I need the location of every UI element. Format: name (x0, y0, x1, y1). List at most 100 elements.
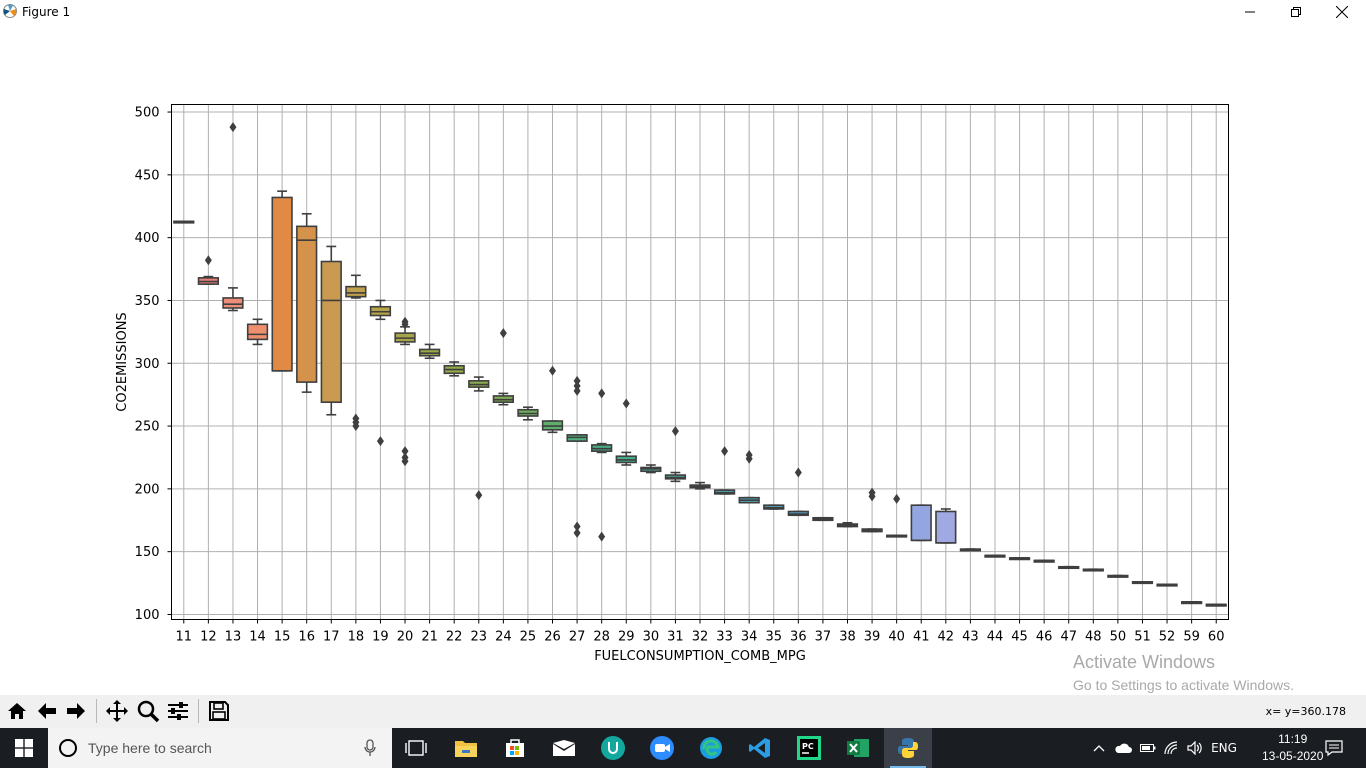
box-body (222, 297, 244, 309)
y-tick-label: 100 (135, 608, 160, 623)
taskbar-search-box[interactable]: Type here to search (48, 728, 392, 768)
back-arrow-icon (38, 703, 56, 719)
x-tick-label: 36 (790, 630, 807, 645)
toolbar-separator (96, 699, 97, 723)
show-hidden-icons-button[interactable] (1090, 728, 1108, 768)
home-button[interactable] (3, 697, 31, 725)
x-tick-label: 50 (1110, 630, 1127, 645)
forward-arrow-icon (67, 703, 85, 719)
vscode-button[interactable] (736, 728, 784, 768)
y-tick-label: 500 (135, 106, 160, 121)
outlier-point (573, 375, 581, 386)
x-tick-label: 47 (1060, 630, 1077, 645)
battery-button[interactable] (1137, 728, 1159, 768)
x-tick-label: 37 (815, 630, 832, 645)
x-tick-label: 30 (643, 630, 660, 645)
x-tick-label: 43 (962, 630, 979, 645)
matplotlib-icon (2, 3, 18, 19)
x-tick-label: 29 (618, 630, 635, 645)
wifi-icon (1164, 741, 1178, 755)
outlier-point (721, 446, 729, 457)
x-tick-label: 32 (692, 630, 709, 645)
x-tick-label: 24 (495, 630, 512, 645)
network-button[interactable] (1161, 728, 1183, 768)
notification-icon (1325, 740, 1343, 757)
start-button[interactable] (0, 728, 48, 768)
toolbar-separator (198, 699, 199, 723)
x-tick-label: 38 (839, 630, 856, 645)
onedrive-button[interactable] (1112, 728, 1134, 768)
battery-icon (1140, 744, 1156, 752)
python-figure-button[interactable] (884, 728, 932, 768)
y-tick-label: 200 (135, 482, 160, 497)
mail-icon (553, 740, 575, 756)
x-tick-label: 14 (249, 630, 266, 645)
pan-button[interactable] (103, 697, 131, 725)
restore-button[interactable] (1273, 0, 1319, 24)
store-button[interactable] (491, 728, 539, 768)
x-tick-label: 46 (1036, 630, 1053, 645)
pycharm-icon: PC (797, 736, 821, 760)
upwork-button[interactable] (589, 728, 637, 768)
outlier-point (549, 365, 557, 376)
box-body (246, 323, 269, 341)
y-tick-label: 300 (135, 357, 160, 372)
x-tick-label: 42 (938, 630, 955, 645)
mail-button[interactable] (540, 728, 588, 768)
boxplot-chart: 100 150 200 250 300 350 400 450 500 11 12 13 14 15 16 1… (115, 104, 1229, 664)
x-tick-label: 40 (888, 630, 905, 645)
x-tick-label: 52 (1159, 630, 1176, 645)
cursor-coordinates: x= y=360.178 (1265, 705, 1346, 718)
taskbar: Type here to search PC ENG 11:19 13-05-2… (0, 728, 1366, 768)
forward-button[interactable] (62, 697, 90, 725)
outlier-point (598, 531, 606, 542)
speaker-icon (1187, 741, 1202, 755)
home-icon (8, 703, 26, 719)
x-tick-label: 31 (667, 630, 684, 645)
x-tick-label: 51 (1134, 630, 1151, 645)
close-icon (1336, 6, 1348, 18)
language-indicator[interactable]: ENG (1208, 728, 1240, 768)
box-body (345, 285, 367, 298)
vscode-icon (749, 738, 770, 758)
taskbar-clock[interactable]: 11:19 13-05-2020 (1262, 731, 1323, 765)
figure-canvas[interactable]: 100 150 200 250 300 350 400 450 500 11 12 13 14 15 16 1… (0, 24, 1366, 695)
x-tick-label: 23 (470, 630, 487, 645)
title-bar: Figure 1 (0, 0, 1366, 24)
microphone-icon[interactable] (364, 739, 376, 757)
y-tick-label: 350 (135, 294, 160, 309)
outlier-point (401, 446, 409, 457)
zoom-app-button[interactable] (638, 728, 686, 768)
search-placeholder: Type here to search (88, 740, 212, 756)
configure-subplots-button[interactable] (164, 697, 192, 725)
file-explorer-button[interactable] (442, 728, 490, 768)
outlier-point (376, 436, 384, 447)
x-tick-label: 22 (446, 630, 463, 645)
x-tick-label: 28 (593, 630, 610, 645)
zoom-icon (137, 700, 160, 723)
outlier-point (475, 490, 483, 501)
navigation-toolbar: x= y=360.178 (0, 695, 1366, 728)
pycharm-button[interactable]: PC (785, 728, 833, 768)
excel-button[interactable] (834, 728, 882, 768)
save-button[interactable] (205, 697, 233, 725)
zoom-button[interactable] (134, 697, 162, 725)
close-button[interactable] (1319, 0, 1365, 24)
activate-windows-watermark: Activate Windows Go to Settings to activ… (1073, 652, 1294, 693)
x-tick-label: 33 (716, 630, 733, 645)
save-icon (209, 701, 229, 721)
file-explorer-icon (455, 741, 477, 757)
volume-button[interactable] (1184, 728, 1206, 768)
edge-button[interactable] (687, 728, 735, 768)
chevron-up-icon (1093, 745, 1105, 752)
python-icon (898, 738, 918, 758)
outlier-point (229, 122, 237, 133)
pan-icon (106, 700, 128, 722)
svg-text:PC: PC (802, 742, 814, 751)
outlier-point (598, 388, 606, 399)
task-view-button[interactable] (392, 728, 440, 768)
minimize-button[interactable] (1227, 0, 1273, 24)
notifications-button[interactable] (1318, 728, 1350, 768)
back-button[interactable] (33, 697, 61, 725)
box-body (320, 260, 342, 403)
